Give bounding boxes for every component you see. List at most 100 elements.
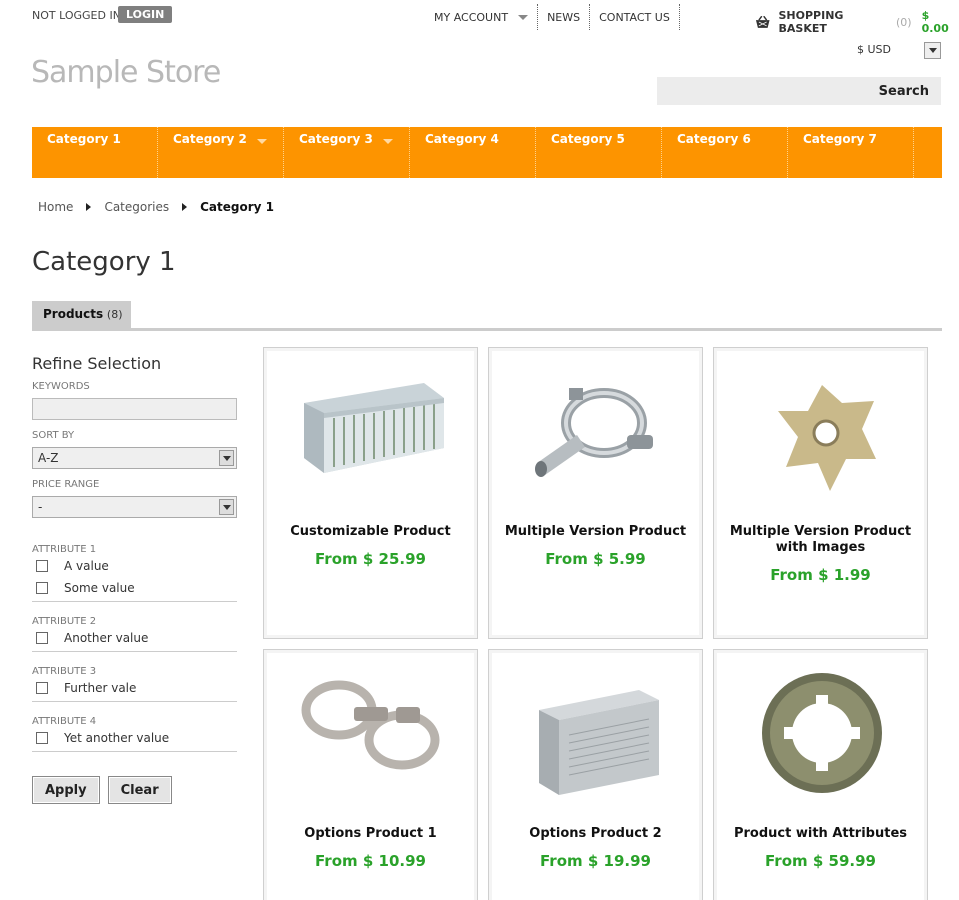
- product-name[interactable]: Product with Attributes: [724, 826, 917, 842]
- product-card[interactable]: Multiple Version Product From $ 5.99: [488, 347, 703, 639]
- currency-select-value[interactable]: $ USD: [857, 43, 891, 56]
- my-account-link[interactable]: MY ACCOUNT: [425, 4, 539, 30]
- product-price: From $ 1.99: [770, 566, 871, 584]
- price-range-select[interactable]: -: [32, 496, 237, 518]
- category-nav: Category 1 Category 2 Category 3 Categor…: [32, 127, 942, 178]
- attribute-option[interactable]: Yet another value: [32, 727, 237, 749]
- category-tab-4[interactable]: Category 4: [410, 127, 536, 178]
- attribute-group-2: ATTRIBUTE 2 Another value: [32, 616, 237, 652]
- tab-products-count: (8): [106, 308, 123, 321]
- login-button[interactable]: LOGIN: [118, 6, 173, 23]
- product-card[interactable]: Options Product 1 From $ 10.99: [263, 649, 478, 900]
- news-label: NEWS: [547, 10, 581, 24]
- attribute-option[interactable]: Some value: [32, 577, 237, 599]
- category-tab-7[interactable]: Category 7: [788, 127, 914, 178]
- news-link[interactable]: NEWS: [538, 4, 591, 30]
- refine-panel: Refine Selection KEYWORDS SORT BY A-Z PR…: [32, 354, 237, 804]
- checkbox[interactable]: [36, 632, 48, 644]
- attribute-option-label: Some value: [64, 581, 135, 595]
- product-name[interactable]: Options Product 1: [274, 826, 467, 842]
- air-filter-image[interactable]: [284, 363, 459, 498]
- tab-products[interactable]: Products (8): [32, 301, 131, 329]
- tab-products-label: Products: [43, 307, 104, 321]
- category-label: Category 3: [299, 132, 373, 146]
- checkbox[interactable]: [36, 560, 48, 572]
- category-tab-2[interactable]: Category 2: [158, 127, 284, 178]
- product-name[interactable]: Multiple Version Product with Images: [724, 524, 917, 556]
- attribute-option[interactable]: Further vale: [32, 677, 237, 699]
- apply-button[interactable]: Apply: [32, 776, 100, 804]
- attribute-label: ATTRIBUTE 1: [32, 544, 97, 555]
- product-grid: Customizable Product From $ 25.99 Multip…: [263, 347, 929, 900]
- chevron-down-icon: [928, 48, 937, 53]
- sort-by-select[interactable]: A-Z: [32, 447, 237, 469]
- attribute-group-1: ATTRIBUTE 1 A value Some value: [32, 544, 237, 602]
- tab-divider: [32, 328, 942, 331]
- category-tab-3[interactable]: Category 3: [284, 127, 410, 178]
- sort-by-label: SORT BY: [32, 430, 75, 441]
- product-price: From $ 10.99: [315, 852, 426, 870]
- category-tab-1[interactable]: Category 1: [32, 127, 158, 178]
- contact-us-label: CONTACT US: [599, 10, 670, 24]
- lock-washer-image[interactable]: [734, 665, 909, 800]
- product-price: From $ 25.99: [315, 550, 426, 568]
- category-label: Category 2: [173, 132, 247, 146]
- search-button[interactable]: Search: [879, 84, 929, 99]
- store-logo[interactable]: Sample Store: [31, 55, 221, 90]
- chevron-down-icon: [518, 14, 529, 20]
- attribute-option[interactable]: Another value: [32, 627, 237, 649]
- checkbox[interactable]: [36, 682, 48, 694]
- product-card[interactable]: Customizable Product From $ 25.99: [263, 347, 478, 639]
- product-price: From $ 5.99: [545, 550, 646, 568]
- category-tab-5[interactable]: Category 5: [536, 127, 662, 178]
- product-name[interactable]: Options Product 2: [499, 826, 692, 842]
- product-card[interactable]: Product with Attributes From $ 59.99: [713, 649, 928, 900]
- arrow-right-icon: [182, 203, 188, 211]
- dropdown-arrow-icon: [219, 450, 234, 466]
- attribute-option-label: Further vale: [64, 681, 137, 695]
- shopping-basket[interactable]: SHOPPING BASKET (0) $ 0.00: [755, 9, 959, 35]
- checkbox[interactable]: [36, 582, 48, 594]
- keywords-input[interactable]: [32, 398, 237, 420]
- arrow-right-icon: [86, 203, 92, 211]
- category-label: Category 7: [803, 132, 877, 146]
- breadcrumb-categories[interactable]: Categories: [104, 200, 169, 214]
- breadcrumb-home[interactable]: Home: [38, 200, 73, 214]
- handcuffs-image[interactable]: [284, 665, 459, 800]
- search-bar[interactable]: Search: [657, 77, 941, 105]
- chevron-down-icon: [383, 139, 393, 144]
- metal-cover-image[interactable]: [509, 665, 684, 800]
- basket-icon: [755, 15, 770, 28]
- star-washer-image[interactable]: [734, 363, 909, 498]
- dropdown-arrow-icon: [219, 499, 234, 515]
- category-label: Category 4: [425, 132, 499, 146]
- sort-by-value: A-Z: [38, 451, 59, 465]
- category-label: Category 5: [551, 132, 625, 146]
- basket-label: SHOPPING BASKET: [778, 9, 844, 35]
- keywords-label: KEYWORDS: [32, 381, 90, 392]
- attribute-label: ATTRIBUTE 2: [32, 616, 97, 627]
- product-price: From $ 19.99: [540, 852, 651, 870]
- page-title: Category 1: [32, 247, 176, 277]
- basket-count: (0): [895, 15, 912, 29]
- breadcrumb: Home Categories Category 1: [38, 200, 274, 214]
- clear-button[interactable]: Clear: [107, 776, 172, 804]
- category-tab-6[interactable]: Category 6: [662, 127, 788, 178]
- attribute-group-3: ATTRIBUTE 3 Further vale: [32, 666, 237, 702]
- login-status: NOT LOGGED IN: [32, 9, 121, 22]
- top-nav: MY ACCOUNT NEWS CONTACT US: [425, 4, 680, 30]
- checkbox[interactable]: [36, 732, 48, 744]
- attribute-option[interactable]: A value: [32, 555, 237, 577]
- product-card[interactable]: Options Product 2 From $ 19.99: [488, 649, 703, 900]
- product-name[interactable]: Multiple Version Product: [499, 524, 692, 540]
- product-card[interactable]: Multiple Version Product with Images Fro…: [713, 347, 928, 639]
- refine-buttons: Apply Clear: [32, 776, 237, 804]
- attribute-option-label: Yet another value: [64, 731, 170, 745]
- product-name[interactable]: Customizable Product: [274, 524, 467, 540]
- breadcrumb-current: Category 1: [200, 200, 275, 214]
- price-range-value: -: [38, 500, 43, 514]
- currency-dropdown-button[interactable]: [924, 42, 941, 59]
- contact-us-link[interactable]: CONTACT US: [590, 4, 680, 30]
- attribute-label: ATTRIBUTE 4: [32, 716, 97, 727]
- pipe-clamp-image[interactable]: [509, 363, 684, 498]
